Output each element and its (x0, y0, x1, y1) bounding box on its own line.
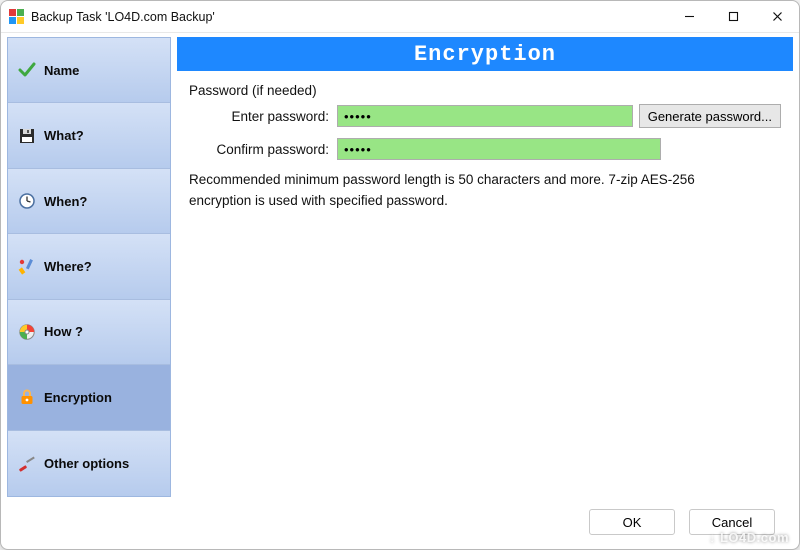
section-label: Password (if needed) (189, 83, 781, 98)
row-enter-password: Enter password: Generate password... (189, 104, 781, 128)
app-icon (9, 9, 25, 25)
lock-icon (18, 388, 36, 406)
window-root: Backup Task 'LO4D.com Backup' Name (0, 0, 800, 550)
window-controls (667, 1, 799, 32)
sidebar-item-what[interactable]: What? (8, 103, 170, 168)
window-title: Backup Task 'LO4D.com Backup' (31, 10, 215, 24)
ok-button[interactable]: OK (589, 509, 675, 535)
sidebar-item-label: How ? (44, 324, 83, 339)
sidebar-item-label: When? (44, 194, 87, 209)
titlebar: Backup Task 'LO4D.com Backup' (1, 1, 799, 33)
sidebar-item-label: What? (44, 128, 84, 143)
enter-password-label: Enter password: (189, 109, 331, 124)
sidebar-item-how[interactable]: How ? (8, 300, 170, 365)
sidebar-item-encryption[interactable]: Encryption (8, 365, 170, 430)
sidebar-item-label: Where? (44, 259, 92, 274)
info-text: Recommended minimum password length is 5… (189, 170, 759, 212)
sidebar-item-label: Encryption (44, 390, 112, 405)
content: Password (if needed) Enter password: Gen… (177, 71, 793, 212)
maximize-button[interactable] (711, 1, 755, 32)
footer: OK Cancel (1, 503, 799, 549)
body: Name What? When? Where? (1, 33, 799, 503)
sidebar-item-other-options[interactable]: Other options (8, 431, 170, 496)
floppy-icon (18, 127, 36, 145)
sidebar: Name What? When? Where? (7, 37, 171, 497)
row-confirm-password: Confirm password: (189, 138, 781, 160)
enter-password-input[interactable] (337, 105, 633, 127)
sidebar-item-when[interactable]: When? (8, 169, 170, 234)
tools-icon (18, 258, 36, 276)
disc-icon (18, 323, 36, 341)
sidebar-item-where[interactable]: Where? (8, 234, 170, 299)
confirm-password-input[interactable] (337, 138, 661, 160)
main-panel: Encryption Password (if needed) Enter pa… (177, 37, 793, 497)
confirm-password-label: Confirm password: (189, 142, 331, 157)
check-icon (18, 61, 36, 79)
sidebar-item-name[interactable]: Name (8, 38, 170, 103)
cancel-button[interactable]: Cancel (689, 509, 775, 535)
minimize-button[interactable] (667, 1, 711, 32)
generate-password-button[interactable]: Generate password... (639, 104, 781, 128)
clock-icon (18, 192, 36, 210)
sidebar-item-label: Other options (44, 456, 129, 471)
screwdriver-icon (18, 454, 36, 472)
page-title: Encryption (177, 37, 793, 71)
sidebar-item-label: Name (44, 63, 79, 78)
close-button[interactable] (755, 1, 799, 32)
